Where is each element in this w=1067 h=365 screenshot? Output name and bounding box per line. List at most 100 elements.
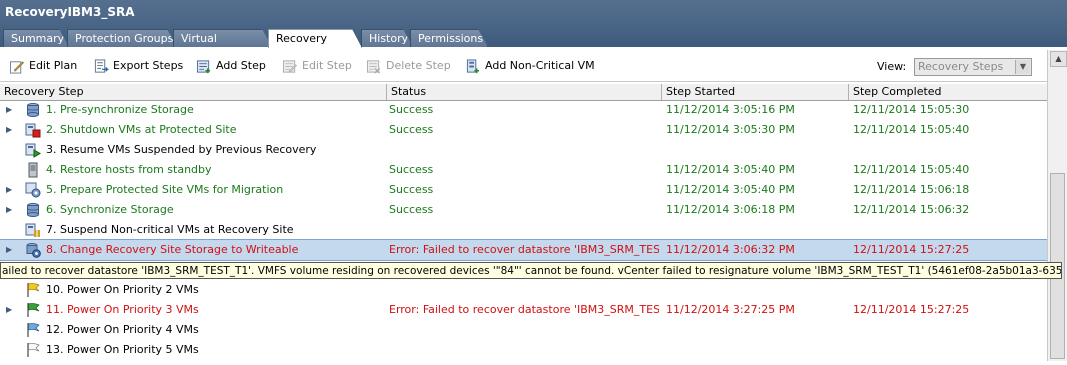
tab-permissions[interactable]: Permissions: [410, 29, 488, 47]
edit-step-label: Edit Step: [302, 59, 352, 72]
view-select[interactable]: Recovery Steps ▼: [914, 58, 1032, 76]
flag-white-icon: [25, 342, 41, 358]
step-name-cell: 5. Prepare Protected Site VMs for Migrat…: [46, 183, 284, 196]
step-completed-cell: 12/11/2014 15:27:25: [853, 303, 970, 316]
step-completed-cell: 12/11/2014 15:05:30: [853, 103, 970, 116]
column-header-status[interactable]: Status: [387, 84, 662, 100]
table-row[interactable]: 10. Power On Priority 2 VMs: [0, 280, 1047, 300]
step-name-cell: 3. Resume VMs Suspended by Previous Reco…: [46, 143, 317, 156]
add-step-label: Add Step: [216, 59, 266, 72]
add-step-icon: [196, 59, 211, 73]
resume-vms-icon: [25, 142, 41, 158]
edit-plan-button[interactable]: Edit Plan: [9, 57, 77, 74]
add-non-critical-vm-label: Add Non-Critical VM: [485, 59, 595, 72]
shutdown-vms-icon: [25, 122, 41, 138]
step-name-cell: 4. Restore hosts from standby: [46, 163, 212, 176]
table-row[interactable]: 12. Power On Priority 4 VMs: [0, 320, 1047, 340]
table-row[interactable]: ▶ 8. Change Recovery Site Storage to Writ…: [0, 239, 1048, 261]
flag-blue-icon: [25, 322, 41, 338]
storage-gear-icon: [25, 242, 41, 258]
column-header-step-started[interactable]: Step Started: [662, 84, 849, 100]
title-bar: RecoveryIBM3_SRA Summary Protection Grou…: [0, 0, 1067, 47]
vertical-scrollbar[interactable]: ▲: [1047, 50, 1067, 361]
table-row[interactable]: 4. Restore hosts from standby Success 11/1…: [0, 160, 1047, 180]
step-completed-cell: 12/11/2014 15:05:40: [853, 163, 970, 176]
table-row[interactable]: 7. Suspend Non-critical VMs at Recovery …: [0, 220, 1047, 240]
status-cell: Success: [389, 163, 434, 176]
column-header-row: Recovery Step Status Step Started Step C…: [0, 84, 1047, 101]
table-row[interactable]: ▶ 6. Synchronize Storage Success 11/12/2014…: [0, 200, 1047, 220]
table-row[interactable]: ▶ 5. Prepare Protected Site VMs for Migra…: [0, 180, 1047, 200]
table-row[interactable]: ▶ 1. Pre-synchronize Storage Success 11/12/…: [0, 100, 1047, 120]
status-cell: Error: Failed to recover datastore 'IBM3…: [389, 243, 659, 256]
storage-icon: [25, 102, 41, 118]
tab-recovery-steps[interactable]: Recovery Steps: [268, 29, 362, 48]
view-label: View:: [877, 60, 907, 73]
step-name-cell: 1. Pre-synchronize Storage: [46, 103, 194, 116]
export-steps-label: Export Steps: [113, 59, 184, 72]
step-started-cell: 11/12/2014 3:27:25 PM: [666, 303, 795, 316]
window-title: RecoveryIBM3_SRA: [5, 5, 135, 19]
tab-history[interactable]: History: [361, 29, 413, 47]
add-step-button[interactable]: Add Step: [196, 57, 266, 74]
step-completed-cell: 12/11/2014 15:05:40: [853, 123, 970, 136]
view-select-value: Recovery Steps: [918, 60, 1004, 73]
status-cell: Success: [389, 183, 434, 196]
expand-arrow-icon[interactable]: ▶: [6, 240, 12, 260]
delete-step-icon: [366, 59, 381, 74]
expand-arrow-icon[interactable]: ▶: [6, 300, 12, 320]
table-row[interactable]: 13. Power On Priority 5 VMs: [0, 340, 1047, 360]
step-name-cell: 7. Suspend Non-critical VMs at Recovery …: [46, 223, 294, 236]
export-steps-button[interactable]: Export Steps: [93, 57, 183, 74]
step-name-cell: 2. Shutdown VMs at Protected Site: [46, 123, 237, 136]
step-completed-cell: 12/11/2014 15:06:18: [853, 183, 970, 196]
status-cell: Success: [389, 103, 434, 116]
edit-step-icon: [282, 59, 297, 73]
step-name-cell: 12. Power On Priority 4 VMs: [46, 323, 199, 336]
status-cell: Success: [389, 123, 434, 136]
status-cell: Success: [389, 203, 434, 216]
step-started-cell: 11/12/2014 3:06:18 PM: [666, 203, 795, 216]
add-non-critical-vm-button[interactable]: Add Non-Critical VM: [465, 57, 595, 74]
tab-summary[interactable]: Summary: [3, 29, 69, 47]
step-name-cell: 13. Power On Priority 5 VMs: [46, 343, 199, 356]
status-cell: Error: Failed to recover datastore 'IBM3…: [389, 303, 659, 316]
chevron-down-icon[interactable]: ▼: [1015, 60, 1030, 74]
edit-plan-label: Edit Plan: [29, 59, 78, 72]
export-steps-icon: [94, 58, 109, 73]
storage-icon: [25, 202, 41, 218]
error-tooltip: ailed to recover datastore 'IBM3_SRM_TES…: [0, 262, 1062, 279]
step-started-cell: 11/12/2014 3:05:40 PM: [666, 163, 795, 176]
expand-arrow-icon[interactable]: ▶: [6, 100, 12, 120]
delete-step-label: Delete Step: [386, 59, 451, 72]
step-completed-cell: 12/11/2014 15:06:32: [853, 203, 970, 216]
step-started-cell: 11/12/2014 3:05:40 PM: [666, 183, 795, 196]
tab-virtual-machines[interactable]: Virtual Machines: [173, 29, 272, 47]
step-completed-cell: 12/11/2014 15:27:25: [853, 243, 970, 256]
host-icon: [25, 162, 41, 178]
scroll-up-arrow-icon[interactable]: ▲: [1050, 51, 1067, 67]
expand-arrow-icon[interactable]: ▶: [6, 180, 12, 200]
table-row[interactable]: ▶ 2. Shutdown VMs at Protected Site Succes…: [0, 120, 1047, 140]
step-name-cell: 10. Power On Priority 2 VMs: [46, 283, 199, 296]
step-name-cell: 8. Change Recovery Site Storage to Write…: [46, 243, 299, 256]
step-started-cell: 11/12/2014 3:05:30 PM: [666, 123, 795, 136]
edit-step-button[interactable]: Edit Step: [282, 57, 352, 74]
step-name-cell: 6. Synchronize Storage: [46, 203, 174, 216]
expand-arrow-icon[interactable]: ▶: [6, 120, 12, 140]
step-name-cell: 11. Power On Priority 3 VMs: [46, 303, 199, 316]
add-vm-icon: [466, 58, 480, 73]
tab-protection-groups[interactable]: Protection Groups: [67, 29, 177, 47]
delete-step-button[interactable]: Delete Step: [366, 57, 451, 74]
step-started-cell: 11/12/2014 3:06:32 PM: [666, 243, 795, 256]
edit-plan-icon: [9, 60, 24, 74]
suspend-vms-icon: [25, 222, 41, 238]
table-row[interactable]: 3. Resume VMs Suspended by Previous Reco…: [0, 140, 1047, 160]
prepare-gear-icon: [25, 182, 41, 198]
expand-arrow-icon[interactable]: ▶: [6, 200, 12, 220]
step-started-cell: 11/12/2014 3:05:16 PM: [666, 103, 795, 116]
table-row[interactable]: ▶ 11. Power On Priority 3 VMs Error: Faile…: [0, 300, 1047, 320]
column-header-recovery-step[interactable]: Recovery Step: [0, 84, 387, 100]
flag-yellow-icon: [25, 282, 41, 298]
column-header-step-completed[interactable]: Step Completed: [849, 84, 1047, 100]
